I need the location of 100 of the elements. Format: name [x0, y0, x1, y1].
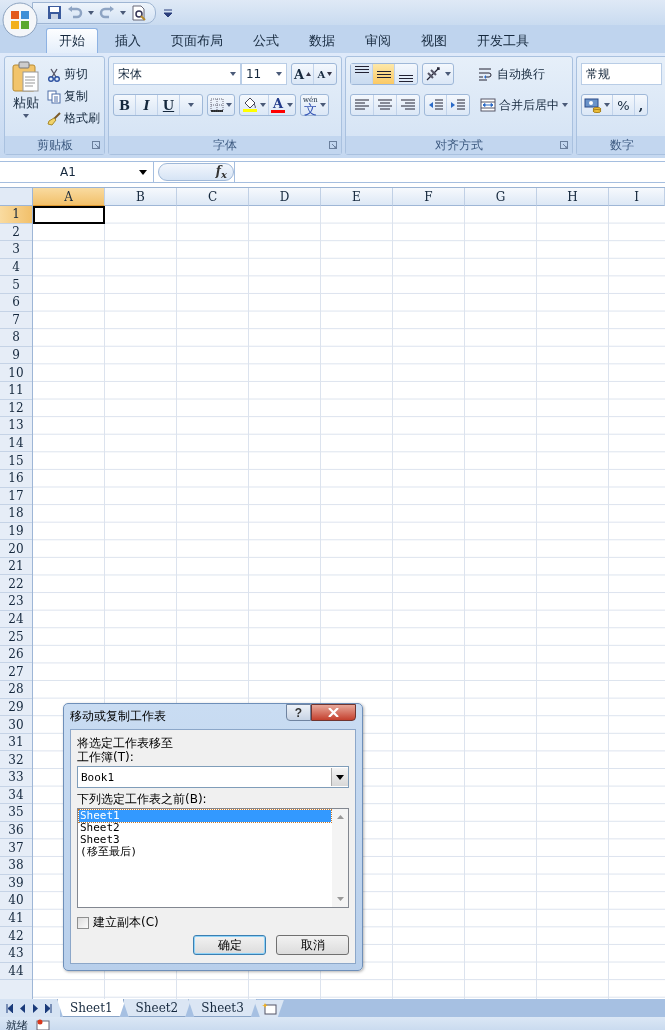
copy-button[interactable]: 复制 — [47, 87, 100, 106]
ok-button[interactable]: 确定 — [193, 935, 266, 955]
row-header[interactable]: 5 — [0, 276, 32, 294]
money-icon — [584, 97, 602, 113]
cancel-button[interactable]: 取消 — [276, 935, 349, 955]
row-header[interactable]: 10 — [0, 364, 32, 382]
grow-font-button[interactable]: A — [291, 64, 314, 84]
row-header[interactable]: 40 — [0, 892, 32, 910]
column-header[interactable]: F — [393, 188, 465, 206]
active-cell[interactable] — [33, 206, 105, 224]
column-header[interactable]: E — [321, 188, 393, 206]
comma-button[interactable]: , — [635, 95, 647, 115]
shrink-font-button[interactable]: A — [314, 64, 336, 84]
fill-color-button[interactable] — [240, 95, 269, 115]
scroll-down-icon — [336, 897, 344, 901]
group-title: 数字 — [609, 136, 634, 154]
column-header[interactable]: D — [249, 188, 321, 206]
dialog-launcher-icon[interactable] — [92, 141, 100, 149]
sheet-tab[interactable]: Sheet2 — [122, 999, 192, 1017]
scrollbar[interactable] — [332, 809, 348, 907]
sheet-tab[interactable]: Sheet1 — [57, 999, 126, 1017]
column-header[interactable]: A — [33, 188, 105, 206]
row-header[interactable]: 1 — [0, 206, 32, 224]
row-header[interactable]: 23 — [0, 593, 32, 611]
angled-text-icon — [425, 66, 443, 82]
row-header[interactable]: 42 — [0, 927, 32, 945]
font-color-button[interactable]: A — [269, 95, 295, 115]
align-lines-icon — [399, 75, 413, 82]
sheet-list-item[interactable]: Sheet2 — [79, 822, 331, 834]
ribbon-tab[interactable]: 开始 — [46, 28, 98, 53]
paste-button[interactable]: 粘贴 — [9, 61, 43, 132]
ribbon-tab[interactable]: 插入 — [102, 28, 154, 53]
row-header[interactable]: 15 — [0, 452, 32, 470]
row-header[interactable]: 3 — [0, 241, 32, 259]
sheet-list-item[interactable]: (移至最后) — [79, 846, 331, 858]
customize-toolbar-icon[interactable] — [164, 8, 172, 17]
row-header[interactable]: 28 — [0, 681, 32, 699]
caret-icon — [229, 72, 236, 76]
insert-sheet-tab[interactable] — [253, 1000, 284, 1017]
merge-cells-icon — [480, 98, 496, 112]
help-button[interactable]: ? — [286, 704, 311, 721]
group-title: 对齐方式 — [435, 136, 483, 154]
checkbox[interactable] — [77, 916, 89, 929]
number-format-field[interactable]: 常规 — [581, 63, 662, 85]
row-header[interactable]: 8 — [0, 329, 32, 347]
row-header[interactable]: 18 — [0, 505, 32, 523]
close-button[interactable] — [311, 704, 356, 721]
cut-button[interactable]: 剪切 — [47, 65, 100, 84]
sheet-list-item[interactable]: Sheet3 — [79, 834, 331, 846]
sheet-tab[interactable]: Sheet3 — [188, 999, 257, 1017]
skip-arrow-icon[interactable] — [45, 1003, 52, 1013]
row-header[interactable]: 35 — [0, 804, 32, 822]
wrap-text-button[interactable]: 自动换行 — [478, 65, 545, 83]
column-header[interactable]: H — [537, 188, 609, 206]
column-header[interactable]: G — [465, 188, 537, 206]
row-header[interactable]: 33 — [0, 769, 32, 787]
dialog-launcher-icon[interactable] — [560, 141, 568, 149]
caret-icon — [319, 103, 326, 107]
underline-button[interactable]: U — [158, 95, 180, 115]
ribbon-tab[interactable]: 开发工具 — [464, 28, 542, 53]
workbook-dropdown[interactable]: Book1 — [77, 766, 349, 788]
format-painter-button[interactable]: 格式刷 — [47, 109, 100, 128]
row-header[interactable]: 22 — [0, 575, 32, 594]
percent-button[interactable]: % — [613, 95, 635, 115]
align-lines-icon — [376, 70, 391, 78]
dialog-launcher-icon[interactable] — [329, 141, 337, 149]
caret-icon — [604, 103, 610, 107]
row-header[interactable]: 37 — [0, 839, 32, 857]
ribbon-tab[interactable]: 页面布局 — [158, 28, 236, 53]
font-size-field[interactable]: 11 — [240, 63, 287, 85]
row-header[interactable]: 27 — [0, 663, 32, 682]
row-header[interactable]: 30 — [0, 716, 32, 734]
row-header[interactable]: 20 — [0, 540, 32, 558]
insert-function-button[interactable]: f$_{x}$ — [158, 163, 234, 181]
ribbon-tab[interactable]: 审阅 — [352, 28, 404, 53]
font-name-field[interactable]: 宋体 — [113, 63, 241, 85]
save-icon[interactable] — [47, 5, 62, 20]
skip-arrow-icon[interactable] — [6, 1003, 13, 1013]
column-header[interactable]: I — [609, 188, 665, 206]
print-preview-icon[interactable] — [131, 4, 147, 21]
macro-record-icon[interactable] — [36, 1019, 50, 1030]
vertical-align-button[interactable] — [351, 64, 373, 84]
ribbon-tab[interactable]: 公式 — [240, 28, 292, 53]
italic-button[interactable]: I — [136, 95, 158, 115]
caret-icon — [226, 103, 232, 107]
column-header[interactable]: B — [105, 188, 177, 206]
group-title: 字体 — [213, 136, 237, 154]
ribbon-tab[interactable]: 数据 — [296, 28, 348, 53]
row-header[interactable]: 13 — [0, 417, 32, 435]
row-header[interactable]: 25 — [0, 628, 32, 646]
accounting-format-button[interactable] — [582, 95, 613, 115]
row-header[interactable]: 32 — [0, 751, 32, 769]
bold-button[interactable]: B — [114, 95, 136, 115]
borders-button[interactable] — [208, 95, 234, 115]
column-header[interactable]: C — [177, 188, 249, 206]
merge-center-button[interactable]: 合并后居中 — [480, 96, 568, 114]
vertical-align-button[interactable] — [373, 64, 395, 84]
status-text: 就绪 — [6, 1017, 28, 1030]
name-box[interactable]: A1 — [0, 162, 154, 182]
ribbon-tab[interactable]: 视图 — [408, 28, 460, 53]
